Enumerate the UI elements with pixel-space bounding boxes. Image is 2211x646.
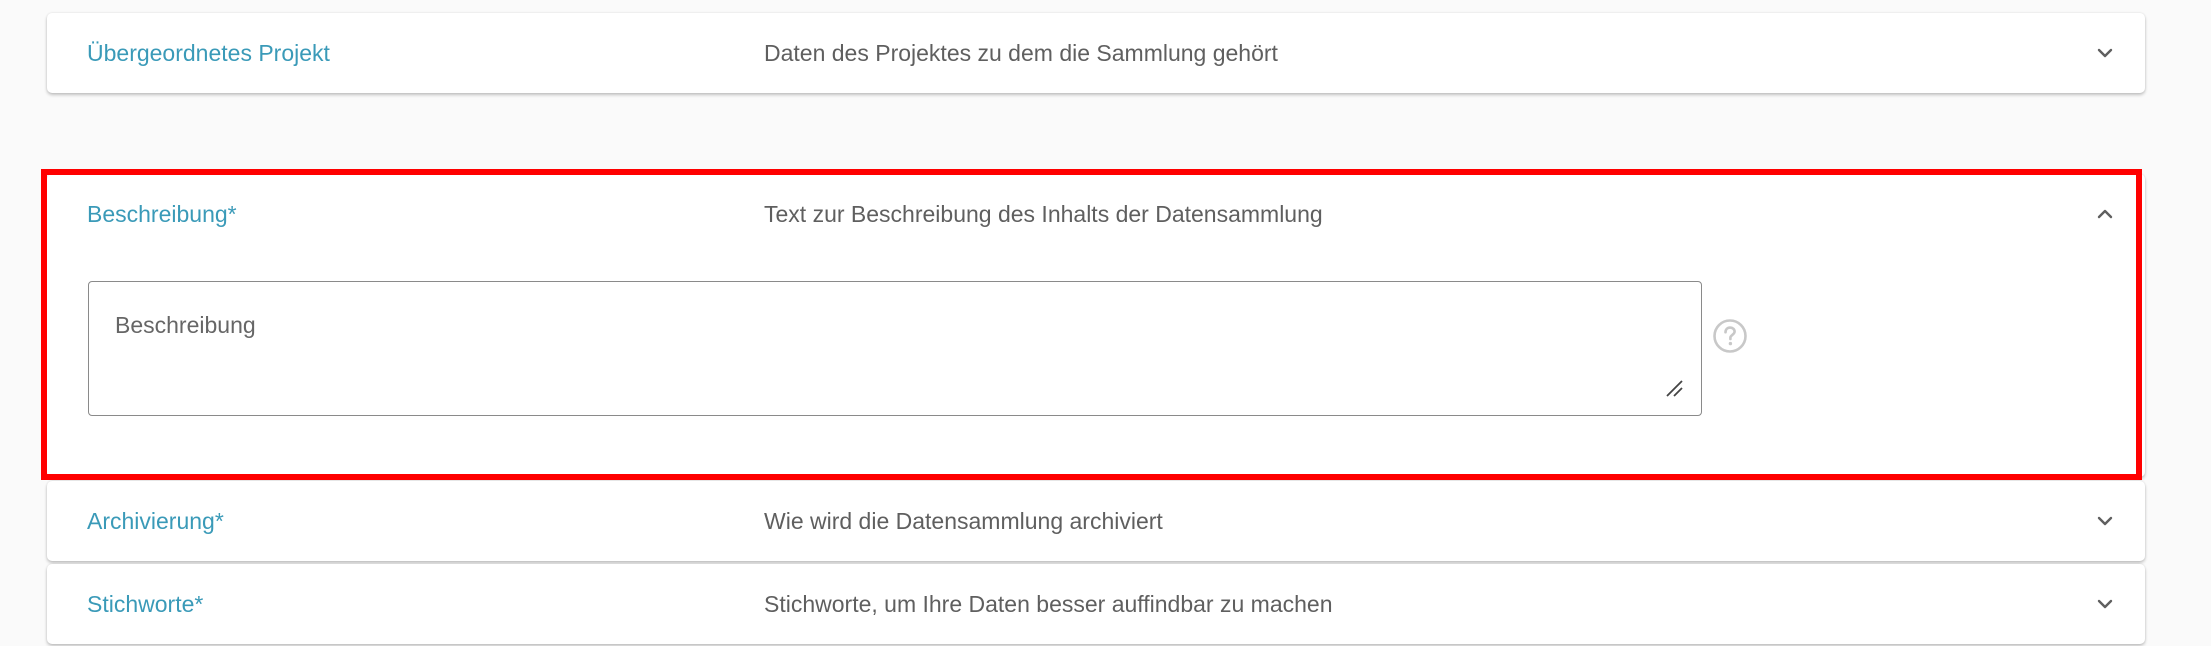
chevron-down-icon[interactable] bbox=[2093, 509, 2117, 533]
panel-description-section: Beschreibung* Text zur Beschreibung des … bbox=[47, 174, 2145, 477]
panel-keywords: Stichworte* Stichworte, um Ihre Daten be… bbox=[47, 564, 2145, 644]
panel-description: Wie wird die Datensammlung archiviert bbox=[764, 508, 1163, 534]
resize-handle-icon[interactable] bbox=[1663, 377, 1685, 399]
chevron-down-icon[interactable] bbox=[2093, 592, 2117, 616]
panel-header-keywords[interactable]: Stichworte* Stichworte, um Ihre Daten be… bbox=[47, 564, 2145, 644]
panel-description: Text zur Beschreibung des Inhalts der Da… bbox=[764, 201, 1323, 227]
panel-description: Daten des Projektes zu dem die Sammlung … bbox=[764, 40, 1278, 66]
panel-header-description[interactable]: Beschreibung* Text zur Beschreibung des … bbox=[47, 174, 2145, 254]
chevron-up-icon[interactable] bbox=[2093, 202, 2117, 226]
description-textarea[interactable]: Beschreibung bbox=[88, 281, 1702, 416]
panel-parent-project: Übergeordnetes Projekt Daten des Projekt… bbox=[47, 13, 2145, 93]
page: Übergeordnetes Projekt Daten des Projekt… bbox=[0, 0, 2211, 646]
panel-title: Übergeordnetes Projekt bbox=[87, 40, 330, 66]
help-circle-icon[interactable] bbox=[1711, 317, 1749, 355]
panel-archiving: Archivierung* Wie wird die Datensammlung… bbox=[47, 481, 2145, 561]
panel-title: Stichworte* bbox=[87, 591, 204, 617]
panel-description: Stichworte, um Ihre Daten besser auffind… bbox=[764, 591, 1333, 617]
panel-header-archiving[interactable]: Archivierung* Wie wird die Datensammlung… bbox=[47, 481, 2145, 561]
panel-title: Beschreibung* bbox=[87, 201, 237, 227]
chevron-down-icon[interactable] bbox=[2093, 41, 2117, 65]
panel-title: Archivierung* bbox=[87, 508, 224, 534]
panel-header-parent-project[interactable]: Übergeordnetes Projekt Daten des Projekt… bbox=[47, 13, 2145, 93]
textarea-placeholder: Beschreibung bbox=[115, 312, 256, 338]
